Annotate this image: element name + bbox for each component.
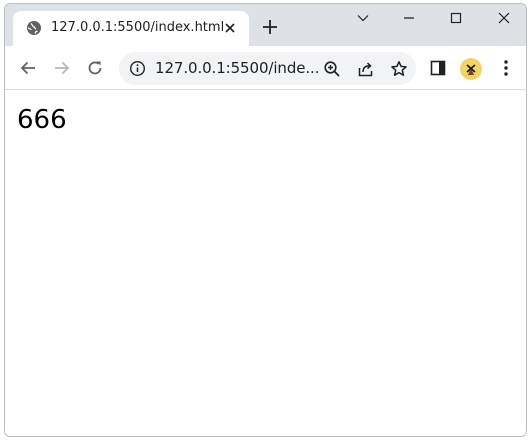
maximize-icon[interactable] xyxy=(433,4,479,32)
kebab-menu-icon[interactable] xyxy=(494,56,518,80)
share-icon[interactable] xyxy=(356,59,376,79)
globe-icon xyxy=(26,20,42,36)
minimize-icon[interactable] xyxy=(386,4,432,32)
chevron-down-icon[interactable] xyxy=(340,4,386,32)
close-icon[interactable] xyxy=(221,19,239,37)
page-content-text: 666 xyxy=(17,105,67,135)
zoom-icon[interactable] xyxy=(322,59,342,79)
url-text[interactable]: 127.0.0.1:5500/inde... xyxy=(155,59,319,77)
tab-strip: 127.0.0.1:5500/index.html xyxy=(5,4,526,46)
side-panel-icon[interactable] xyxy=(426,56,450,80)
arrow-left-icon[interactable] xyxy=(16,56,40,80)
tab-title: 127.0.0.1:5500/index.html xyxy=(51,20,225,35)
arrow-right-icon[interactable] xyxy=(50,56,74,80)
page-viewport: 666 xyxy=(5,91,526,436)
reload-icon[interactable] xyxy=(83,56,107,80)
profile-avatar[interactable] xyxy=(460,58,482,80)
star-icon[interactable] xyxy=(389,59,409,79)
address-bar[interactable]: 127.0.0.1:5500/inde... xyxy=(119,52,416,85)
toolbar: 127.0.0.1:5500/inde... xyxy=(5,46,526,90)
tab-active[interactable]: 127.0.0.1:5500/index.html xyxy=(13,11,249,46)
info-icon[interactable] xyxy=(129,60,146,77)
browser-window: 127.0.0.1:5500/index.html 127.0.0.1:5500… xyxy=(4,3,527,437)
plus-icon[interactable] xyxy=(259,16,281,38)
close-icon[interactable] xyxy=(481,4,526,32)
